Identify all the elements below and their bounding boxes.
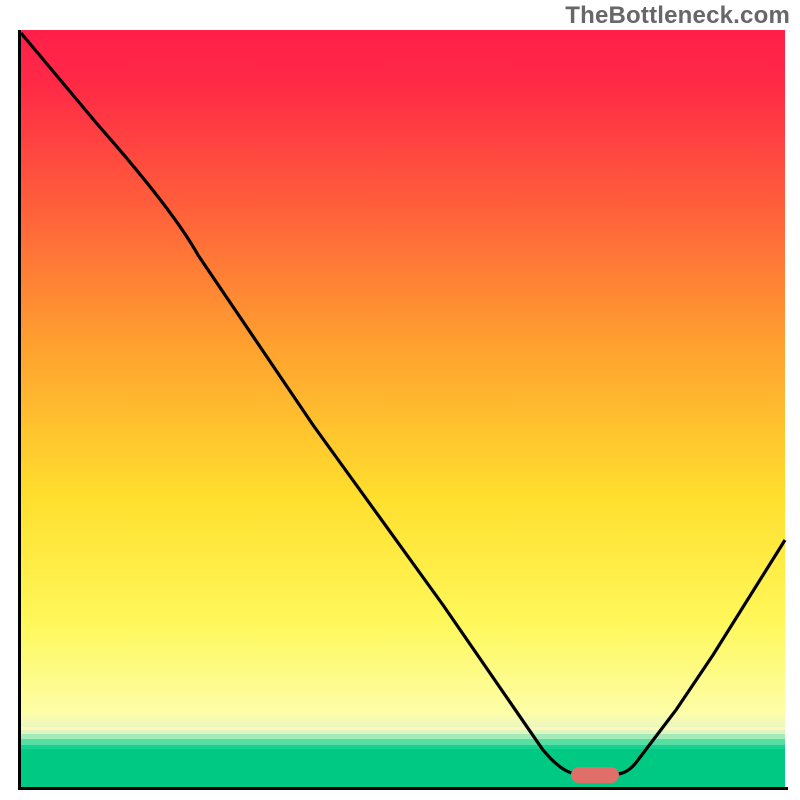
plot-area	[18, 30, 788, 790]
chart-container: TheBottleneck.com	[0, 0, 800, 800]
watermark-label: TheBottleneck.com	[565, 2, 790, 30]
axes-border	[18, 30, 788, 790]
